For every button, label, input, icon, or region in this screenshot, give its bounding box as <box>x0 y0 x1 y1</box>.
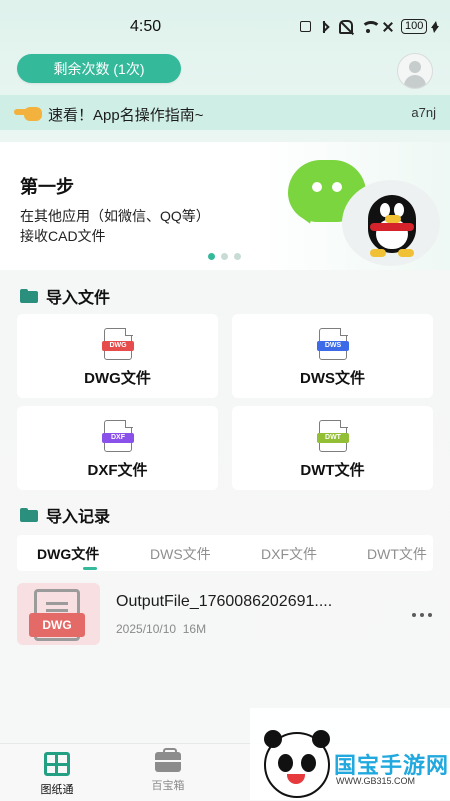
hero-line-1: 在其他应用（如微信、QQ等） <box>20 208 210 224</box>
dwg-file-icon: DWG <box>102 327 134 360</box>
pointing-hand-icon <box>14 102 42 122</box>
remaining-count-button[interactable]: 剩余次数 (1次) <box>17 54 181 83</box>
import-card-label: DWS文件 <box>300 370 365 387</box>
no-sim-icon <box>383 22 393 32</box>
carousel-dot-1[interactable] <box>208 253 215 260</box>
tab-dwt[interactable]: DWT文件 <box>367 544 427 564</box>
records-section-title-text: 导入记录 <box>46 509 111 526</box>
nav-item-drawings[interactable]: 图纸通 <box>27 752 87 797</box>
carousel-dot-2[interactable] <box>221 253 228 260</box>
guide-banner[interactable]: 速看！App名操作指南~ a7nj <box>0 95 450 130</box>
mute-icon <box>339 19 353 34</box>
status-time: 4:50 <box>130 18 162 35</box>
battery-icon: 100 <box>401 19 440 34</box>
status-bar: 4:50 100 <box>0 0 450 52</box>
import-card-dwt[interactable]: DWT DWT文件 <box>232 406 433 490</box>
dwt-tag: DWT <box>317 433 349 443</box>
import-section-title: 导入文件 <box>20 284 110 308</box>
nav-label-toolbox: 百宝箱 <box>151 780 185 792</box>
hero-line-2: 接收CAD文件 <box>20 228 106 244</box>
import-card-dwg[interactable]: DWG DWG文件 <box>17 314 218 398</box>
folder-icon <box>20 508 38 522</box>
dxf-tag: DXF <box>102 433 134 443</box>
import-section-title-text: 导入文件 <box>46 290 111 307</box>
nfc-icon <box>300 21 311 32</box>
import-card-dxf[interactable]: DXF DXF文件 <box>17 406 218 490</box>
battery-level: 100 <box>401 19 428 34</box>
toolbox-icon <box>155 748 181 772</box>
dws-file-icon: DWS <box>317 327 349 360</box>
tab-dws[interactable]: DWS文件 <box>150 544 211 564</box>
hero-step-title: 第一步 <box>20 177 74 197</box>
tab-dwg[interactable]: DWG文件 <box>37 544 99 564</box>
more-options-icon[interactable] <box>412 611 436 621</box>
carousel-dot-3[interactable] <box>234 253 241 260</box>
app-screen: 4:50 100 剩余次数 (1次) 速看！App名操作指南~ a7nj 第一步… <box>0 0 450 801</box>
dwt-file-icon: DWT <box>317 419 349 452</box>
bluetooth-icon <box>319 20 331 33</box>
import-card-label: DXF文件 <box>87 462 148 479</box>
remaining-count-label: 剩余次数 (1次) <box>53 60 145 77</box>
status-icons: 100 <box>300 19 440 34</box>
panda-logo-icon <box>264 730 330 798</box>
import-card-dws[interactable]: DWS DWS文件 <box>232 314 433 398</box>
charging-icon <box>430 20 440 33</box>
import-card-label: DWG文件 <box>84 370 151 387</box>
dxf-file-icon: DXF <box>102 419 134 452</box>
folder-icon <box>20 289 38 303</box>
dwg-tag: DWG <box>102 341 134 351</box>
dws-tag: DWS <box>317 341 349 351</box>
wifi-icon <box>361 21 375 33</box>
map-grid-icon <box>44 752 70 776</box>
site-watermark: 国宝手游网 WWW.GB315.COM <box>250 708 450 800</box>
tab-dxf[interactable]: DXF文件 <box>261 544 317 564</box>
import-card-label: DWT文件 <box>300 462 365 479</box>
active-tab-indicator <box>83 567 97 570</box>
nav-item-toolbox[interactable]: 百宝箱 <box>138 748 198 793</box>
nav-label-drawings: 图纸通 <box>40 784 74 796</box>
guide-banner-text: 速看！App名操作指南~ <box>48 107 204 124</box>
record-size: 16M <box>182 622 207 636</box>
record-thumb-label: DWG <box>29 613 85 637</box>
qq-icon <box>356 185 428 263</box>
guide-banner-code: a7nj <box>411 105 436 120</box>
carousel-dots <box>208 253 241 260</box>
record-meta: 2025/10/10 16M <box>116 622 206 636</box>
record-file-name[interactable]: OutputFile_1760086202691.... <box>116 593 332 611</box>
record-tabs: DWG文件 DWS文件 DXF文件 DWT文件 <box>17 535 433 571</box>
avatar[interactable] <box>397 53 433 89</box>
watermark-url: WWW.GB315.COM <box>336 776 416 786</box>
record-date: 2025/10/10 <box>116 622 177 636</box>
record-thumbnail[interactable]: DWG <box>17 583 100 645</box>
records-section-title: 导入记录 <box>20 503 110 527</box>
